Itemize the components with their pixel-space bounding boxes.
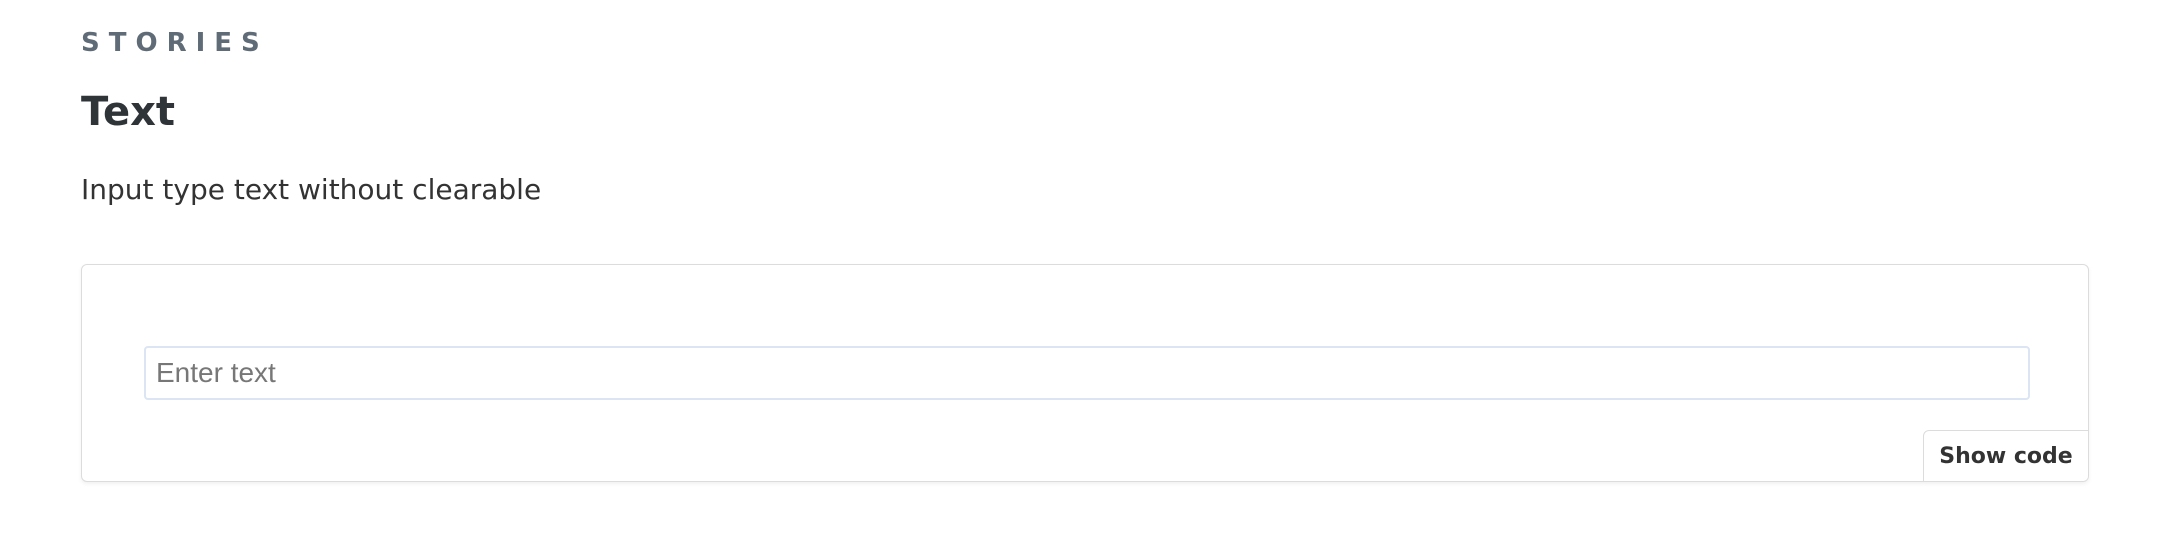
show-code-button[interactable]: Show code	[1923, 430, 2088, 481]
text-input[interactable]	[144, 346, 2030, 400]
story-preview: Show code	[81, 264, 2089, 482]
section-label: STORIES	[81, 28, 269, 58]
story-description: Input type text without clearable	[81, 173, 542, 206]
story-title: Text	[81, 89, 176, 135]
